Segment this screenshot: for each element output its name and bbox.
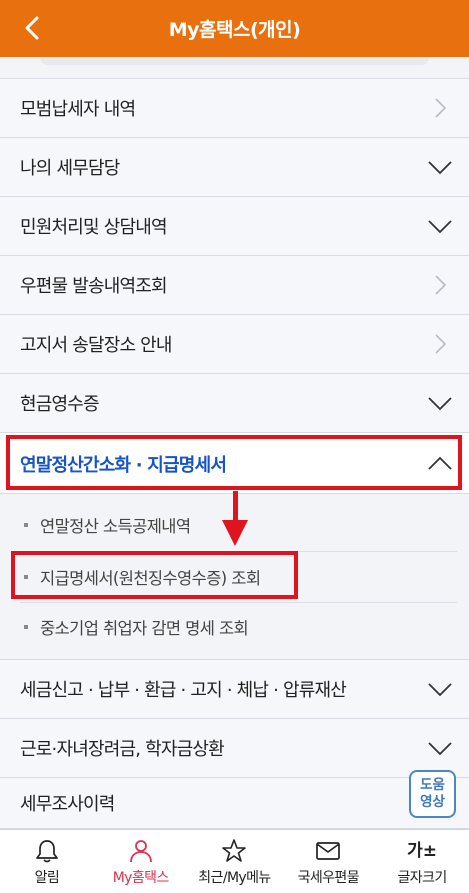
menu-item-label: 민원처리및 상담내역: [20, 217, 168, 238]
submenu-item-sme-reduction[interactable]: 중소기업 취업자 감면 명세 조회: [20, 602, 450, 652]
envelope-icon: [316, 842, 341, 860]
menu-item-exemplary-taxpayer[interactable]: 모범납세자 내역: [0, 79, 469, 138]
nav-item-tax-mail[interactable]: 국세우편물: [281, 830, 375, 893]
menu-item-tax-filing[interactable]: 세금신고 · 납부 · 환급 · 고지 · 체납 · 압류재산: [0, 660, 469, 719]
menu-item-label: 모범납세자 내역: [20, 99, 136, 120]
submenu-item-payment-statement[interactable]: 지급명세서(원천징수영수증) 조회: [20, 552, 450, 602]
menu-item-label: 우편물 발송내역조회: [20, 276, 168, 297]
menu-item-delivery-address[interactable]: 고지서 송달장소 안내: [0, 315, 469, 374]
back-button[interactable]: [14, 10, 50, 46]
bullet: [24, 523, 28, 527]
menu-item-year-end-settlement[interactable]: 연말정산간소화 · 지급명세서: [0, 434, 469, 493]
menu-item-label: 나의 세무담당: [20, 158, 120, 179]
menu-item-label: 세무조사이력: [20, 794, 115, 815]
menu-item-label: 현금영수증: [20, 394, 100, 415]
chevron-down-icon: [428, 220, 452, 234]
nav-item-recent-menu[interactable]: 최근/My메뉴: [188, 830, 282, 893]
menu-item-audit-history[interactable]: 세무조사이력: [0, 778, 469, 829]
nav-item-alerts[interactable]: 알림: [0, 830, 94, 893]
chevron-right-icon: [435, 334, 447, 354]
chevron-right-icon: [435, 98, 447, 118]
nav-label: 최근/My메뉴: [198, 870, 271, 886]
menu-item-label: 고지서 송달장소 안내: [20, 335, 172, 356]
chevron-down-icon: [428, 742, 452, 756]
menu-item-mail-history[interactable]: 우편물 발송내역조회: [0, 256, 469, 315]
bottom-nav: 알림 My홈택스 최근/My메뉴 국세우편물 가± 글자크기: [0, 829, 469, 893]
help-video-line2: 영상: [420, 794, 445, 810]
nav-label: 국세우편물: [297, 870, 360, 886]
nav-label: 알림: [34, 870, 60, 886]
menu-item-civil-petition[interactable]: 민원처리및 상담내역: [0, 197, 469, 256]
chevron-left-icon: [25, 16, 39, 40]
nav-label: My홈택스: [112, 870, 170, 886]
bullet: [24, 575, 28, 579]
submenu-item-label: 중소기업 취업자 감면 명세 조회: [40, 619, 249, 638]
app-header: My홈택스(개인): [0, 0, 469, 57]
nav-label: 글자크기: [397, 870, 448, 886]
star-icon: [222, 839, 247, 862]
menu-item-label: 연말정산간소화 · 지급명세서: [20, 454, 227, 476]
chevron-down-icon: [428, 683, 452, 697]
bullet: [24, 625, 28, 629]
nav-item-font-size[interactable]: 가± 글자크기: [375, 830, 469, 893]
menu-item-label: 근로·자녀장려금, 학자금상환: [20, 739, 225, 760]
nav-item-my-hometax[interactable]: My홈택스: [94, 830, 188, 893]
page-title: My홈택스(개인): [168, 19, 301, 41]
annotation-arrow-head: [222, 520, 248, 546]
menu-item-tax-officer[interactable]: 나의 세무담당: [0, 138, 469, 197]
annotation-arrow-shaft: [233, 491, 238, 523]
menu-item-incentive[interactable]: 근로·자녀장려금, 학자금상환: [0, 719, 469, 778]
chevron-down-icon: [428, 161, 452, 175]
submenu-item-label: 지급명세서(원천징수영수증) 조회: [40, 569, 261, 588]
top-spacer: [0, 57, 469, 79]
bell-icon: [36, 840, 58, 863]
person-icon: [129, 840, 152, 863]
chevron-down-icon: [428, 397, 452, 411]
help-video-button[interactable]: 도움 영상: [409, 770, 456, 818]
help-video-line1: 도움: [420, 777, 445, 793]
menu-item-cash-receipt[interactable]: 현금영수증: [0, 374, 469, 433]
submenu-item-label: 연말정산 소득공제내역: [40, 517, 191, 536]
menu-item-label: 세금신고 · 납부 · 환급 · 고지 · 체납 · 압류재산: [20, 680, 347, 701]
font-size-icon: 가±: [407, 841, 438, 861]
chevron-up-icon: [428, 456, 452, 470]
chevron-right-icon: [435, 275, 447, 295]
